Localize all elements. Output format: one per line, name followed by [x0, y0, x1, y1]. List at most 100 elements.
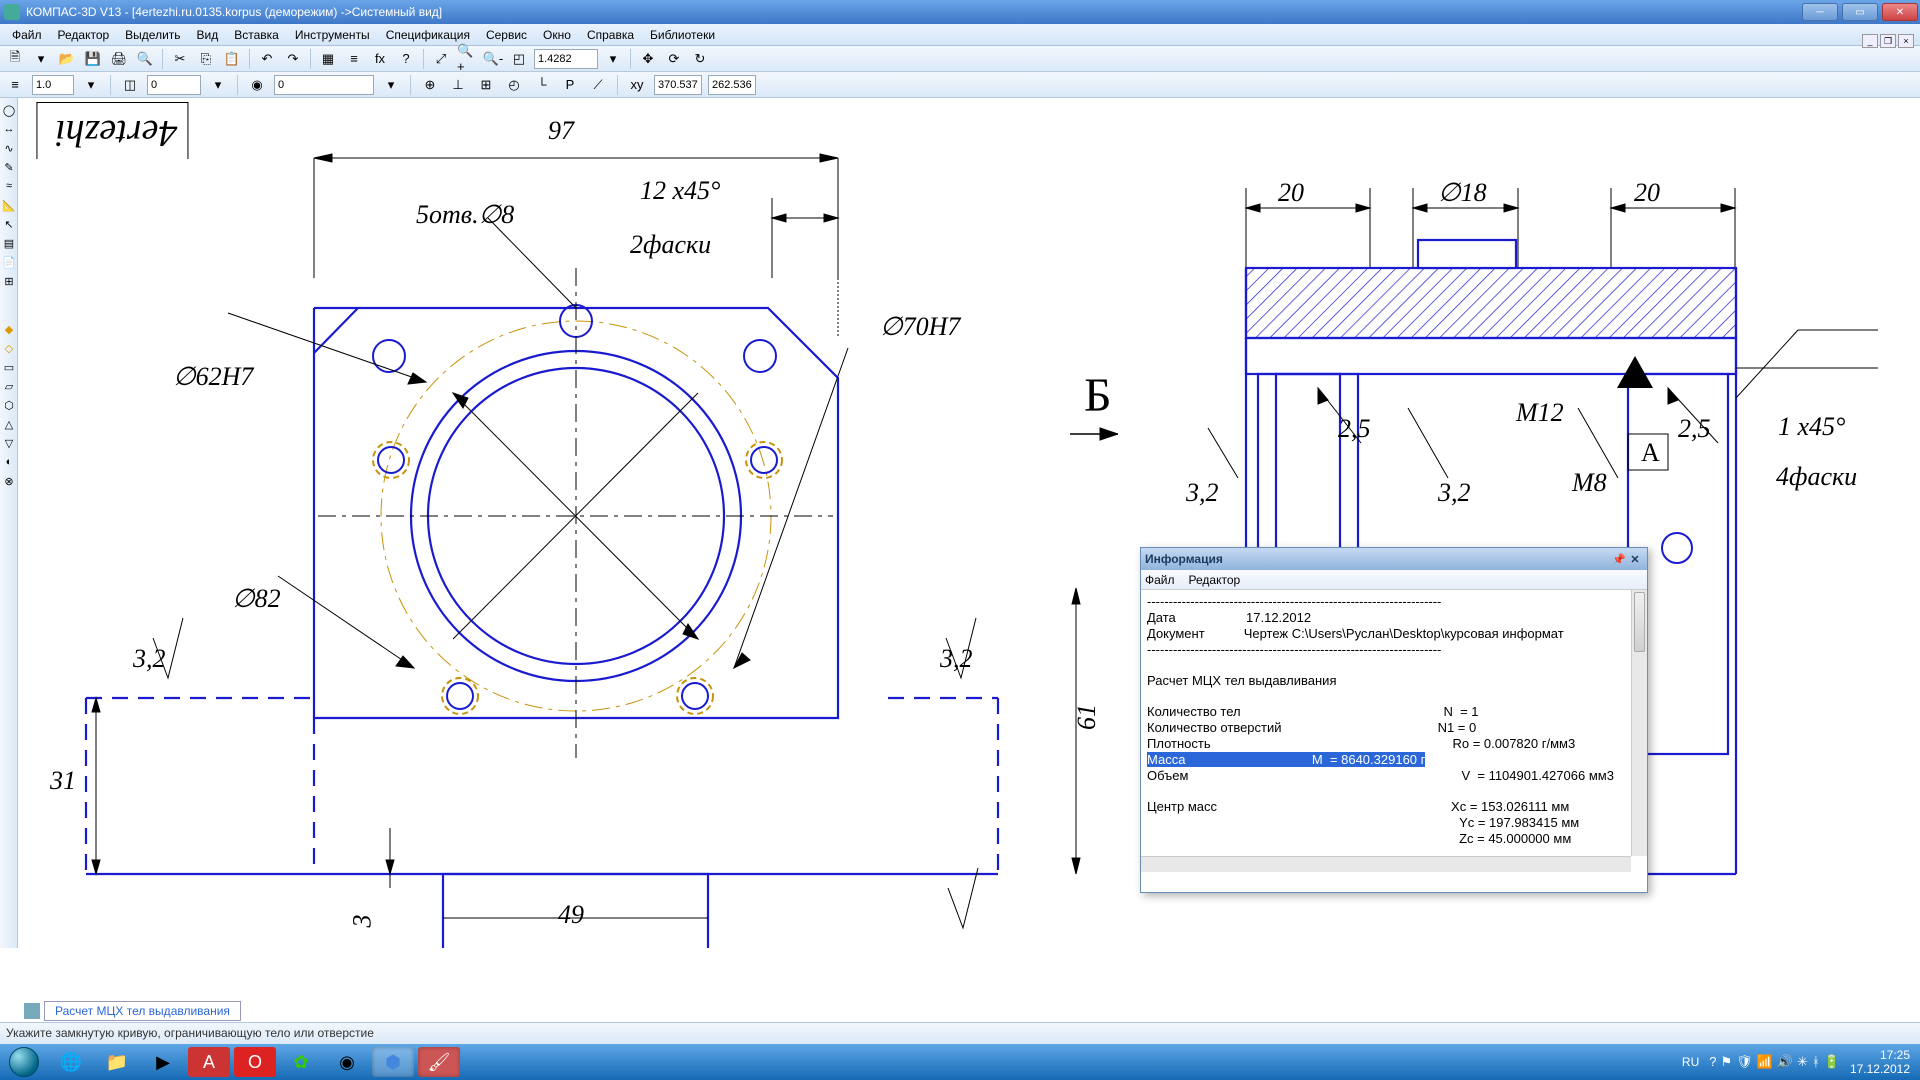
- zoom-in-icon[interactable]: 🔍+: [456, 48, 478, 70]
- tool-b-icon[interactable]: ◇: [1, 340, 17, 356]
- taskbar-icq-icon[interactable]: ✿: [280, 1047, 322, 1077]
- dimension-icon[interactable]: ↔: [1, 121, 17, 137]
- start-button[interactable]: [0, 1044, 48, 1080]
- tray-help-icon[interactable]: ?: [1709, 1054, 1716, 1070]
- undo-icon[interactable]: ↶: [256, 48, 278, 70]
- properties-icon[interactable]: ▦: [317, 48, 339, 70]
- zoom-window-icon[interactable]: ◰: [508, 48, 530, 70]
- tray-vol-icon[interactable]: 🔊: [1777, 1054, 1793, 1070]
- info-menu-file[interactable]: Файл: [1145, 573, 1175, 587]
- process-tab[interactable]: Расчет МЦХ тел выдавливания: [44, 1001, 241, 1021]
- zoom-out-icon[interactable]: 🔍-: [482, 48, 504, 70]
- variables-icon[interactable]: fx: [369, 48, 391, 70]
- menu-insert[interactable]: Вставка: [226, 28, 287, 42]
- print-icon[interactable]: 🖨: [108, 48, 130, 70]
- tray-flag-icon[interactable]: ⚑: [1720, 1054, 1732, 1070]
- menu-editor[interactable]: Редактор: [50, 28, 118, 42]
- preview-icon[interactable]: 🔍: [134, 48, 156, 70]
- taskbar-chrome-icon[interactable]: ◉: [326, 1047, 368, 1077]
- window-minimize[interactable]: ─: [1802, 3, 1838, 21]
- tray-bt-icon[interactable]: ᚼ: [1812, 1054, 1820, 1070]
- lcs-icon[interactable]: └: [531, 74, 553, 96]
- open-icon[interactable]: 📂: [56, 48, 78, 70]
- tray-av-icon[interactable]: ✳: [1797, 1054, 1808, 1070]
- cut-icon[interactable]: ✂: [169, 48, 191, 70]
- round-icon[interactable]: ◴: [503, 74, 525, 96]
- track-icon[interactable]: ⟋: [587, 74, 609, 96]
- select-icon[interactable]: ↖: [1, 216, 17, 232]
- tool-d-icon[interactable]: ▱: [1, 378, 17, 394]
- geometry-icon[interactable]: ◯: [1, 102, 17, 118]
- layer-icon[interactable]: ◫: [119, 74, 141, 96]
- menu-help[interactable]: Справка: [579, 28, 642, 42]
- menu-libs[interactable]: Библиотеки: [642, 28, 723, 42]
- state-icon[interactable]: ◉: [246, 74, 268, 96]
- tray-pwr-icon[interactable]: 🔋: [1824, 1054, 1840, 1070]
- tool-g-icon[interactable]: ▽: [1, 435, 17, 451]
- style-icon[interactable]: ≡: [4, 74, 26, 96]
- taskbar-explorer-icon[interactable]: 📁: [96, 1047, 138, 1077]
- save-icon[interactable]: 💾: [82, 48, 104, 70]
- info-scrollbar-v[interactable]: [1631, 590, 1647, 856]
- zoom-drop-icon[interactable]: ▾: [602, 48, 624, 70]
- paste-icon[interactable]: 📋: [221, 48, 243, 70]
- param-icon[interactable]: P: [559, 74, 581, 96]
- menu-tools[interactable]: Инструменты: [287, 28, 378, 42]
- rebuild-icon[interactable]: ⟳: [663, 48, 685, 70]
- grid-icon[interactable]: ⊞: [475, 74, 497, 96]
- param-icon-2[interactable]: ≈: [1, 178, 17, 194]
- tray-lang[interactable]: RU: [1682, 1055, 1699, 1069]
- info-panel-body[interactable]: ----------------------------------------…: [1141, 590, 1647, 872]
- mdi-minimize[interactable]: _: [1862, 34, 1878, 48]
- tool-i-icon[interactable]: ⊗: [1, 473, 17, 489]
- edit-icon[interactable]: ✎: [1, 159, 17, 175]
- tool-f-icon[interactable]: △: [1, 416, 17, 432]
- coord-x-input[interactable]: [654, 75, 702, 95]
- state-drop[interactable]: ▾: [380, 74, 402, 96]
- menu-spec[interactable]: Спецификация: [378, 28, 478, 42]
- mdi-close[interactable]: ×: [1898, 34, 1914, 48]
- tool-e-icon[interactable]: ⬡: [1, 397, 17, 413]
- taskbar-ie-icon[interactable]: 🌐: [50, 1047, 92, 1077]
- menu-select[interactable]: Выделить: [117, 28, 188, 42]
- taskbar-kompas-icon[interactable]: ⬢: [372, 1047, 414, 1077]
- new-doc-icon[interactable]: 🗎: [4, 48, 26, 70]
- snap-icon[interactable]: ⊕: [419, 74, 441, 96]
- symbol-icon[interactable]: ∿: [1, 140, 17, 156]
- mdi-restore[interactable]: ❐: [1880, 34, 1896, 48]
- layers-icon[interactable]: ≡: [343, 48, 365, 70]
- line-style-input[interactable]: [32, 75, 74, 95]
- taskbar-pdf-icon[interactable]: A: [188, 1047, 230, 1077]
- tray-icons[interactable]: ? ⚑ 🛡 📶 🔊 ✳ ᚼ 🔋: [1709, 1054, 1840, 1070]
- zoom-input[interactable]: [534, 49, 598, 69]
- spec-icon[interactable]: ▤: [1, 235, 17, 251]
- menu-window[interactable]: Окно: [535, 28, 579, 42]
- info-close-icon[interactable]: ✕: [1627, 551, 1643, 567]
- new-dropdown-icon[interactable]: ▾: [30, 48, 52, 70]
- tray-clock[interactable]: 17:25 17.12.2012: [1850, 1048, 1910, 1076]
- redo-icon[interactable]: ↷: [282, 48, 304, 70]
- tray-shield-icon[interactable]: 🛡: [1736, 1054, 1753, 1070]
- copy-icon[interactable]: ⎘: [195, 48, 217, 70]
- tray-net-icon[interactable]: 📶: [1757, 1054, 1773, 1070]
- refresh-icon[interactable]: ↻: [689, 48, 711, 70]
- window-close[interactable]: ✕: [1882, 3, 1918, 21]
- taskbar-opera-icon[interactable]: O: [234, 1047, 276, 1077]
- coord-y-input[interactable]: [708, 75, 756, 95]
- ortho-icon[interactable]: ⊥: [447, 74, 469, 96]
- window-maximize[interactable]: ▭: [1842, 3, 1878, 21]
- zoom-fit-icon[interactable]: ⤢: [430, 48, 452, 70]
- menu-file[interactable]: Файл: [4, 28, 50, 42]
- help-icon[interactable]: ?: [395, 48, 417, 70]
- report-icon[interactable]: 📄: [1, 254, 17, 270]
- layer-input[interactable]: [147, 75, 201, 95]
- tool-h-icon[interactable]: ◐: [1, 454, 17, 470]
- info-scrollbar-h[interactable]: [1141, 856, 1631, 872]
- layer-drop[interactable]: ▾: [207, 74, 229, 96]
- tool-c-icon[interactable]: ▭: [1, 359, 17, 375]
- taskbar-paint-icon[interactable]: 🖌: [418, 1047, 460, 1077]
- state-input[interactable]: [274, 75, 374, 95]
- info-menu-editor[interactable]: Редактор: [1189, 573, 1241, 587]
- info-pin-icon[interactable]: 📌: [1611, 551, 1627, 567]
- menu-service[interactable]: Сервис: [478, 28, 535, 42]
